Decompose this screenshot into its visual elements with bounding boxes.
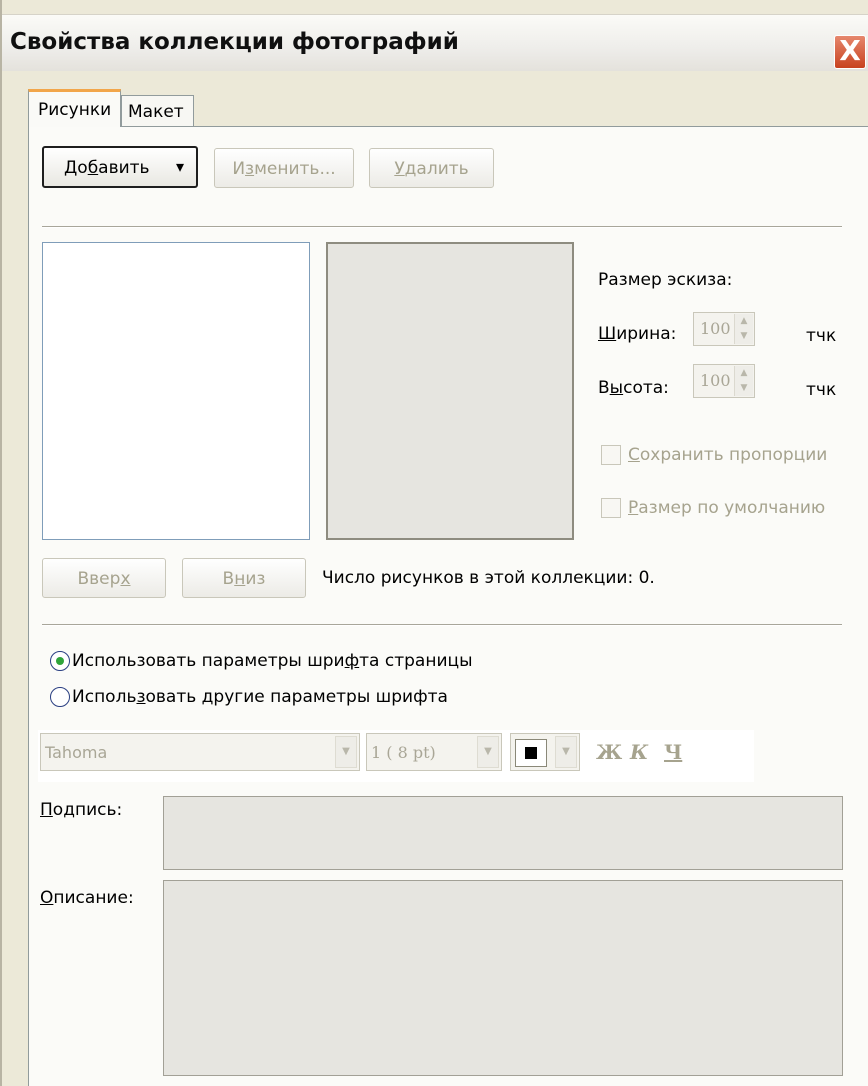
- use-other-font-radio[interactable]: [50, 687, 70, 707]
- delete-button[interactable]: Удалить: [369, 148, 494, 188]
- height-label: Высота:: [598, 378, 669, 398]
- caption-label-text: одпись:: [52, 800, 123, 820]
- tab-layout-label: Макет: [128, 102, 184, 122]
- move-down-label-rest: из: [245, 569, 266, 589]
- caption-label: Подпись:: [40, 800, 122, 820]
- title-bar: Свойства коллекции фотографий X: [2, 14, 868, 71]
- spin-up-icon[interactable]: ▲: [734, 314, 753, 329]
- bold-icon[interactable]: Ж: [596, 740, 622, 764]
- add-button-label: До: [64, 158, 88, 178]
- width-spinner[interactable]: 100 ▲ ▼: [693, 312, 755, 346]
- default-size-text: азмер по умолчанию: [638, 498, 826, 518]
- description-field[interactable]: [163, 880, 843, 1076]
- move-down-button[interactable]: Вниз: [182, 558, 306, 598]
- edit-button-mnemonic: з: [245, 159, 255, 179]
- thumbnail-size-heading: Размер эскиза:: [598, 270, 733, 290]
- chevron-down-icon[interactable]: ▼: [335, 736, 357, 768]
- add-button-label-rest: авить: [98, 158, 150, 178]
- keep-proportions-checkbox[interactable]: [601, 445, 621, 465]
- delete-button-label: далить: [404, 159, 469, 179]
- use-page-font-radio[interactable]: [50, 651, 70, 671]
- separator-top: [42, 226, 842, 228]
- photo-gallery-properties-dialog: Свойства коллекции фотографий X Рисунки …: [0, 0, 868, 1086]
- edit-button-label: И: [232, 159, 246, 179]
- add-button-mnemonic: б: [87, 158, 99, 178]
- dialog-title: Свойства коллекции фотографий: [10, 29, 459, 55]
- separator-middle: [42, 624, 842, 626]
- spin-up-icon[interactable]: ▲: [734, 366, 753, 381]
- default-size-mnemonic: Р: [628, 498, 639, 518]
- tab-pictures-label: Рисунки: [38, 100, 112, 120]
- width-unit: тчк: [806, 326, 837, 346]
- font-size-value: 1 ( 8 pt): [371, 743, 436, 762]
- description-label-text: писание:: [53, 888, 134, 908]
- height-label-mnemonic: ы: [609, 378, 624, 398]
- move-down-mnemonic: н: [234, 569, 246, 589]
- add-button[interactable]: Добавить ▾: [42, 146, 198, 188]
- tab-pictures[interactable]: Рисунки: [28, 89, 121, 127]
- width-value: 100: [700, 319, 731, 338]
- caption-label-mnemonic: П: [40, 800, 53, 820]
- height-label-text: В: [598, 378, 610, 398]
- italic-icon[interactable]: К: [630, 740, 648, 764]
- description-label: Описание:: [40, 888, 134, 908]
- color-swatch-frame: [515, 739, 547, 767]
- default-size-label[interactable]: Размер по умолчанию: [628, 498, 825, 518]
- move-up-mnemonic: х: [120, 569, 131, 589]
- move-down-label: В: [222, 569, 235, 589]
- picture-count-text: Число рисунков в этой коллекции: 0.: [322, 568, 655, 588]
- font-name-combo[interactable]: Tahoma ▼: [40, 733, 360, 771]
- use-other-font-rest: овать другие параметры шрифта: [145, 687, 448, 707]
- height-value: 100: [700, 371, 731, 390]
- width-label-text: ирина:: [616, 324, 677, 344]
- tab-layout[interactable]: Макет: [121, 95, 194, 127]
- picture-preview: [326, 242, 574, 540]
- edit-button[interactable]: Изменить...: [214, 148, 354, 188]
- chevron-down-icon: ▾: [176, 157, 185, 176]
- spin-down-icon[interactable]: ▼: [734, 381, 753, 396]
- radio-selected-dot: [56, 657, 64, 665]
- use-page-font-mnemonic: ф: [344, 651, 360, 671]
- width-label: Ширина:: [598, 324, 676, 344]
- picture-list[interactable]: [42, 242, 310, 540]
- font-color-combo[interactable]: ▼: [510, 733, 580, 771]
- chevron-down-icon[interactable]: ▼: [555, 736, 577, 768]
- spin-down-icon[interactable]: ▼: [734, 329, 753, 344]
- chevron-down-icon[interactable]: ▼: [477, 736, 499, 768]
- edit-button-label-rest: менить...: [254, 159, 336, 179]
- color-swatch: [525, 747, 537, 759]
- description-label-mnemonic: О: [40, 888, 54, 908]
- default-size-checkbox[interactable]: [601, 498, 621, 518]
- keep-proportions-text: охранить пропорции: [639, 445, 828, 465]
- use-page-font-rest: та страницы: [359, 651, 473, 671]
- font-size-combo[interactable]: 1 ( 8 pt) ▼: [366, 733, 502, 771]
- keep-proportions-label[interactable]: Сохранить пропорции: [628, 445, 827, 465]
- height-label-rest: сота:: [623, 378, 669, 398]
- use-other-font-label[interactable]: Использовать другие параметры шрифта: [72, 687, 448, 707]
- use-other-font-text: Исполь: [72, 687, 137, 707]
- caption-field[interactable]: [163, 796, 843, 870]
- font-name-value: Tahoma: [45, 743, 108, 762]
- use-other-font-mnemonic: з: [136, 687, 146, 707]
- move-up-label: Ввер: [77, 569, 121, 589]
- width-label-mnemonic: Ш: [598, 324, 617, 344]
- close-button[interactable]: X: [834, 35, 866, 69]
- delete-button-mnemonic: У: [394, 159, 405, 179]
- move-up-button[interactable]: Вверх: [42, 558, 166, 598]
- height-unit: тчк: [806, 380, 837, 400]
- height-spinner[interactable]: 100 ▲ ▼: [693, 364, 755, 398]
- use-page-font-text: Использовать параметры шри: [72, 651, 345, 671]
- underline-icon[interactable]: Ч: [664, 740, 682, 764]
- close-icon: X: [839, 34, 861, 67]
- use-page-font-label[interactable]: Использовать параметры шрифта страницы: [72, 651, 473, 671]
- keep-proportions-mnemonic: С: [628, 445, 640, 465]
